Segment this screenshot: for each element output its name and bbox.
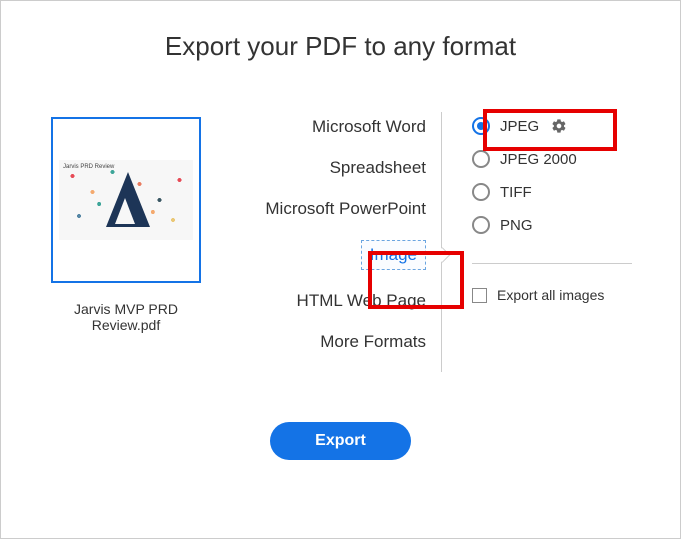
radio-icon — [472, 150, 490, 168]
format-category-spreadsheet[interactable]: Spreadsheet — [330, 158, 426, 178]
export-button[interactable]: Export — [270, 422, 411, 460]
thumbnail-image: Jarvis PRD Review — [59, 160, 193, 240]
gear-icon[interactable] — [551, 118, 567, 134]
format-category-image[interactable]: Image — [361, 240, 426, 270]
checkbox-icon — [472, 288, 487, 303]
image-format-jpeg2000[interactable]: JPEG 2000 — [472, 150, 632, 168]
page-title: Export your PDF to any format — [21, 31, 660, 62]
file-preview-panel: Jarvis PRD Review Jarvis MVP PRD Review.… — [41, 117, 211, 372]
radio-label: TIFF — [500, 184, 532, 201]
image-format-jpeg[interactable]: JPEG — [472, 117, 632, 135]
format-category-word[interactable]: Microsoft Word — [312, 117, 426, 137]
radio-icon — [472, 183, 490, 201]
radio-label: PNG — [500, 217, 533, 234]
radio-label: JPEG — [500, 118, 539, 135]
image-format-tiff[interactable]: TIFF — [472, 183, 632, 201]
thumbnail-caption: Jarvis PRD Review — [63, 164, 114, 170]
image-format-png[interactable]: PNG — [472, 216, 632, 234]
export-all-images-checkbox[interactable]: Export all images — [472, 287, 632, 303]
format-category-list: Microsoft Word Spreadsheet Microsoft Pow… — [241, 117, 441, 372]
horizontal-divider — [472, 263, 632, 264]
checkbox-label: Export all images — [497, 287, 604, 303]
radio-icon — [472, 117, 490, 135]
format-category-powerpoint[interactable]: Microsoft PowerPoint — [265, 199, 426, 219]
format-category-more[interactable]: More Formats — [320, 332, 426, 352]
file-thumbnail[interactable]: Jarvis PRD Review — [51, 117, 201, 283]
format-category-html[interactable]: HTML Web Page — [297, 291, 426, 311]
radio-icon — [472, 216, 490, 234]
file-name-label: Jarvis MVP PRD Review.pdf — [41, 301, 211, 333]
image-format-options: JPEG JPEG 2000 TIFF PNG — [442, 117, 632, 372]
radio-label: JPEG 2000 — [500, 151, 577, 168]
